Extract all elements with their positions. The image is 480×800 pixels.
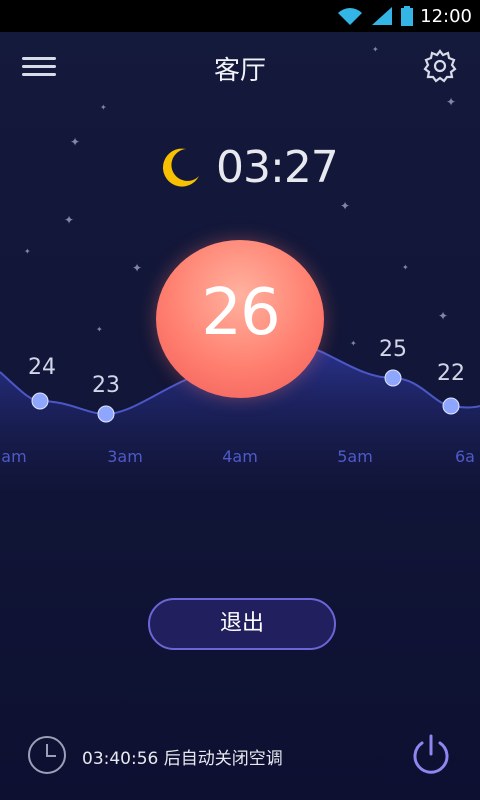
time-label: 6a: [455, 447, 475, 466]
battery-icon: [401, 6, 414, 26]
clock-time: 03:27: [216, 142, 339, 193]
wifi-icon: [338, 8, 363, 25]
temperature-point[interactable]: [31, 392, 49, 410]
temperature-point[interactable]: [442, 397, 460, 415]
point-label: 22: [437, 361, 465, 386]
timer-row: 03:40:56 后自动关闭空调: [0, 730, 480, 780]
power-icon[interactable]: [408, 732, 454, 778]
star-icon: ✦: [372, 45, 379, 54]
gear-icon[interactable]: [422, 48, 458, 84]
star-icon: ✦: [100, 103, 107, 112]
time-label: 4am: [222, 447, 258, 466]
current-temperature: 26: [201, 276, 280, 350]
temperature-point[interactable]: [384, 369, 402, 387]
point-label: 25: [379, 337, 407, 362]
status-time: 12:00: [420, 5, 472, 27]
star-icon: ✦: [64, 213, 75, 227]
top-bar: 客厅: [0, 32, 480, 102]
clock-icon: [28, 736, 66, 774]
status-bar: 12:00: [0, 0, 480, 32]
temperature-point[interactable]: [97, 405, 115, 423]
clock-row: 03:27: [0, 140, 480, 196]
moon-icon: [162, 148, 199, 187]
auto-off-timer: 03:40:56 后自动关闭空调: [82, 749, 283, 769]
point-label: 24: [28, 355, 56, 380]
star-icon: ✦: [340, 199, 351, 213]
time-label: 5am: [337, 447, 373, 466]
time-label: 3am: [107, 447, 143, 466]
time-label: am: [1, 447, 26, 466]
exit-button[interactable]: 退出: [148, 598, 336, 650]
signal-icon: [372, 7, 393, 25]
status-icons: 12:00: [336, 0, 472, 32]
page-title: 客厅: [213, 56, 266, 86]
point-label: 23: [92, 373, 120, 398]
star-icon: ✦: [446, 95, 457, 109]
